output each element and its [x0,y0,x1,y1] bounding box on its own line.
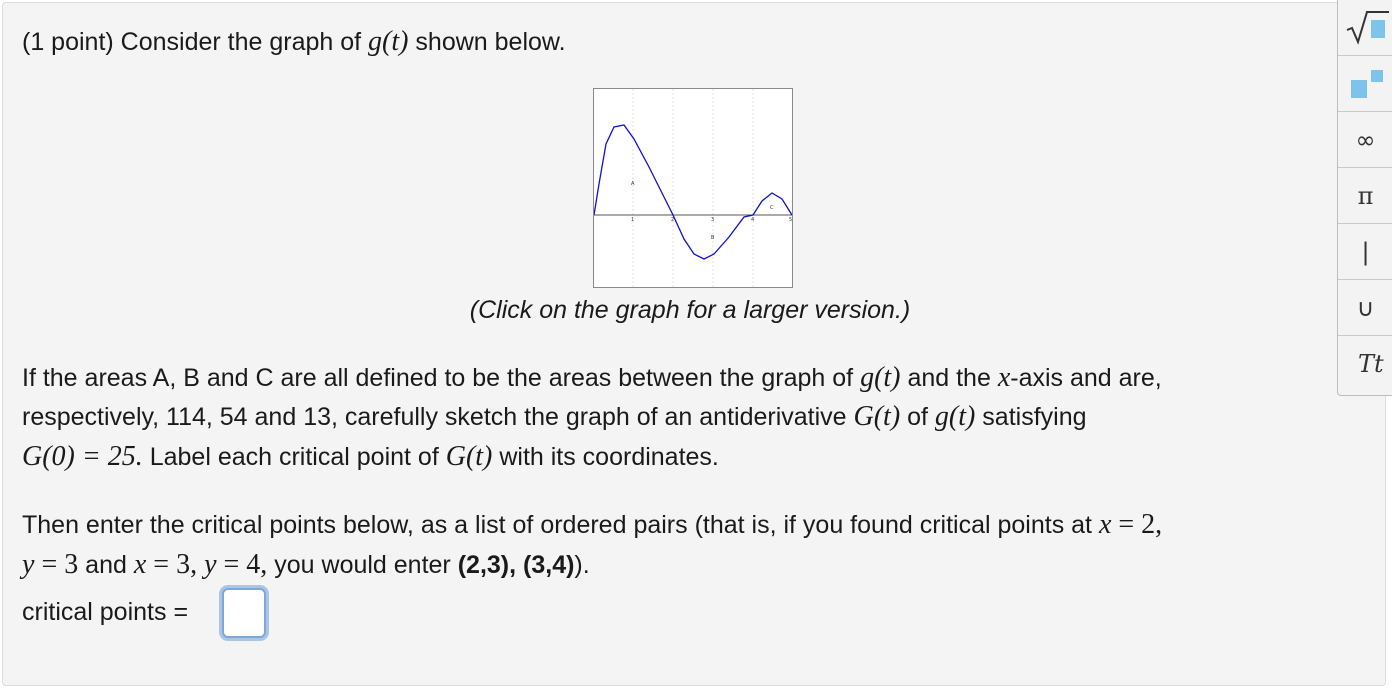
graph-thumbnail[interactable]: 1 2 3 4 5 A B C [593,88,793,288]
tick-label-2: 2 [671,217,674,223]
text-icon: Tt [1358,350,1384,378]
answer-label: critical points = [22,598,189,626]
text-span: Then enter the critical points below, as… [22,511,1099,539]
text-span: -axis and are, [1010,364,1162,392]
infinity-button[interactable]: ∞ [1338,112,1392,168]
text-span: and the [900,364,998,392]
tick-label-3: 3 [711,217,714,223]
text-span: and [78,551,134,579]
region-labels: A B C [631,181,774,241]
para-line-4: Then enter the critical points below, as… [22,505,1162,545]
pi-icon: π [1357,181,1374,210]
math-equation: = 2, [1111,509,1163,540]
initial-condition: G(0) = 25. [22,441,143,472]
text-span: satisfying [975,403,1087,431]
G-function: G(t) [853,401,901,432]
exponent-button[interactable] [1338,56,1392,112]
tick-label-5: 5 [789,217,792,223]
x-variable: x [1098,509,1112,540]
text-span: with its coordinates. [492,443,719,471]
math-equation: = 4, [216,549,268,580]
tick-label-4: 4 [751,217,754,223]
y-variable: y [22,549,35,580]
region-label-c: C [770,205,774,211]
intro-text: (1 point) Consider the graph of [22,28,369,56]
g-curve [593,124,793,260]
text-span: of [900,403,935,431]
math-toolbar: ∞ π | ∪ Tt [1337,0,1392,396]
pi-button[interactable]: π [1338,168,1392,224]
math-equation: = 3, [146,549,205,580]
bar-button[interactable]: | [1338,224,1392,280]
sqrt-button[interactable] [1338,0,1392,56]
para-line-2: respectively, 114, 54 and 13, carefully … [22,397,1087,437]
union-icon: ∪ [1356,293,1375,322]
sqrt-icon [1346,10,1389,45]
para-line-5: y = 3 and x = 3, y = 4, you would enter … [22,545,590,585]
g-function: g(t) [368,26,409,57]
text-span: respectively, 114, 54 and 13, carefully … [22,403,854,431]
g-function: g(t) [934,401,976,432]
para-line-1: If the areas A, B and C are all defined … [22,358,1162,398]
problem-intro: (1 point) Consider the graph of g(t) sho… [22,22,566,62]
x-variable: x [133,549,147,580]
tick-label-1: 1 [631,217,634,223]
text-button[interactable]: Tt [1338,336,1392,392]
G-function: G(t) [445,441,493,472]
y-variable: y [204,549,217,580]
intro-suffix: shown below. [408,28,566,56]
math-equation: = 3 [34,549,79,580]
region-label-b: B [711,235,715,241]
grid-lines [632,89,754,287]
x-variable: x [997,362,1011,393]
example-answer: (2,3), (3,4) [457,551,575,579]
para-line-3: G(0) = 25. Label each critical point of … [22,437,719,477]
exponent-icon [1350,69,1383,98]
text-span: Label each critical point of [142,443,446,471]
tick-labels: 1 2 3 4 5 [631,217,792,223]
union-button[interactable]: ∪ [1338,280,1392,336]
bar-icon: | [1361,237,1370,266]
text-span: you would enter [267,551,458,579]
graph-svg: 1 2 3 4 5 A B C [593,89,793,287]
graph-caption: (Click on the graph for a larger version… [469,296,911,324]
text-span: If the areas A, B and C are all defined … [22,364,861,392]
g-function: g(t) [860,362,901,393]
infinity-icon: ∞ [1355,125,1376,154]
text-span: ). [574,551,590,579]
region-label-a: A [631,181,635,187]
critical-points-input[interactable] [222,588,266,638]
